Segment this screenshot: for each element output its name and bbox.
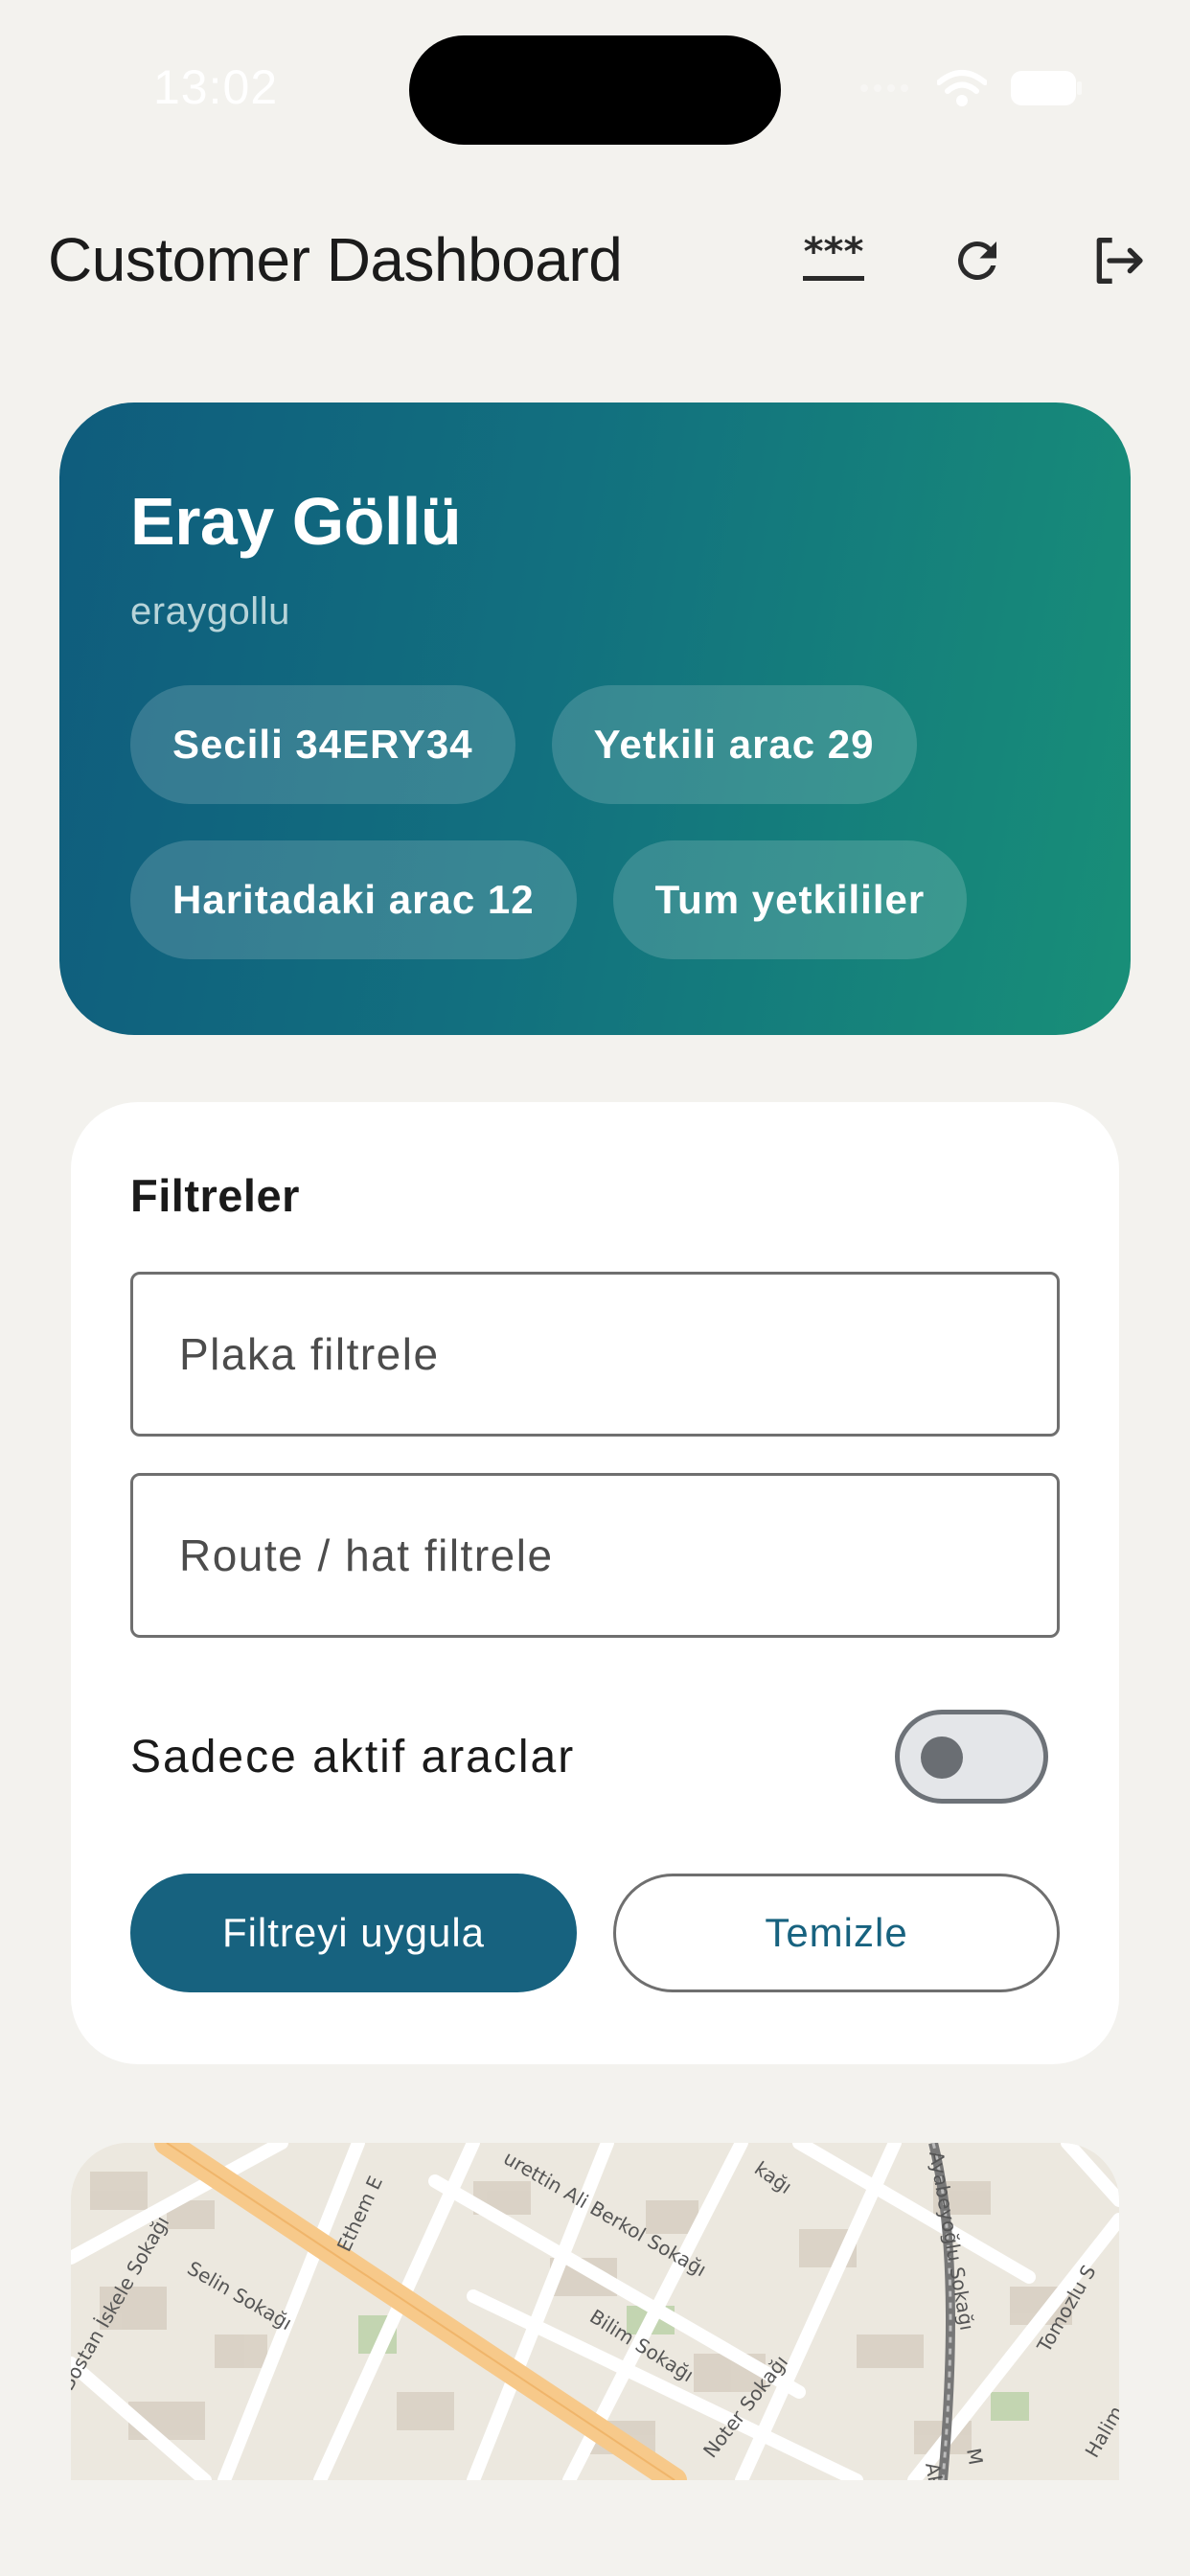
- plate-filter-field[interactable]: [130, 1272, 1060, 1437]
- chip-selected-vehicle[interactable]: Secili 34ERY34: [130, 685, 515, 804]
- map-street-label: Ak: [921, 2461, 948, 2480]
- plate-filter-input[interactable]: [179, 1328, 1057, 1380]
- dynamic-island: [409, 35, 781, 145]
- logout-icon: [1096, 238, 1143, 284]
- active-only-label: Sadece aktif araclar: [130, 1731, 576, 1782]
- status-icons: [858, 69, 1083, 107]
- profile-card: Eray Göllü eraygollu Secili 34ERY34 Yetk…: [59, 402, 1131, 1035]
- chip-all-authorized[interactable]: Tum yetkililer: [612, 840, 968, 959]
- status-time: 13:02: [153, 60, 279, 114]
- route-filter-field[interactable]: [130, 1473, 1060, 1638]
- signal-icon: [860, 84, 908, 92]
- filter-title: Filtreler: [130, 1170, 300, 1221]
- active-only-row: Sadece aktif araclar: [130, 1709, 1060, 1805]
- password-asterisks-icon: ***: [803, 232, 864, 281]
- active-only-toggle[interactable]: [895, 1710, 1048, 1804]
- password-asterisks-text: ***: [804, 232, 864, 274]
- route-filter-input[interactable]: [179, 1530, 1057, 1581]
- filter-card: Filtreler Sadece aktif araclar Filtreyi …: [71, 1102, 1119, 2064]
- chip-authorized-vehicles[interactable]: Yetkili arac 29: [551, 685, 917, 804]
- battery-icon: [1011, 71, 1082, 105]
- clear-filter-button[interactable]: Temizle: [613, 1874, 1060, 1992]
- refresh-button[interactable]: [943, 226, 1012, 295]
- apply-filter-button[interactable]: Filtreyi uygula: [130, 1874, 577, 1992]
- logout-button[interactable]: [1083, 226, 1152, 295]
- vehicle-map[interactable]: Bostan İskele Sokağı Selin Sokağı Ethem …: [71, 2143, 1119, 2480]
- profile-name: Eray Göllü: [130, 484, 462, 559]
- profile-username: eraygollu: [130, 590, 290, 632]
- page-title: Customer Dashboard: [48, 225, 623, 294]
- wifi-icon: [937, 70, 987, 106]
- filter-actions: Filtreyi uygula Temizle: [130, 1874, 1060, 1992]
- chip-map-vehicles[interactable]: Haritadaki arac 12: [130, 840, 577, 959]
- refresh-icon: [958, 242, 996, 280]
- screen: 13:02 Customer Dashboard *** Eray Göllü …: [0, 0, 1190, 2576]
- profile-chips: Secili 34ERY34 Yetkili arac 29 Haritadak…: [130, 685, 1088, 959]
- change-password-button[interactable]: ***: [799, 226, 868, 295]
- toggle-knob: [921, 1736, 963, 1779]
- map-tiles: Bostan İskele Sokağı Selin Sokağı Ethem …: [71, 2143, 1119, 2480]
